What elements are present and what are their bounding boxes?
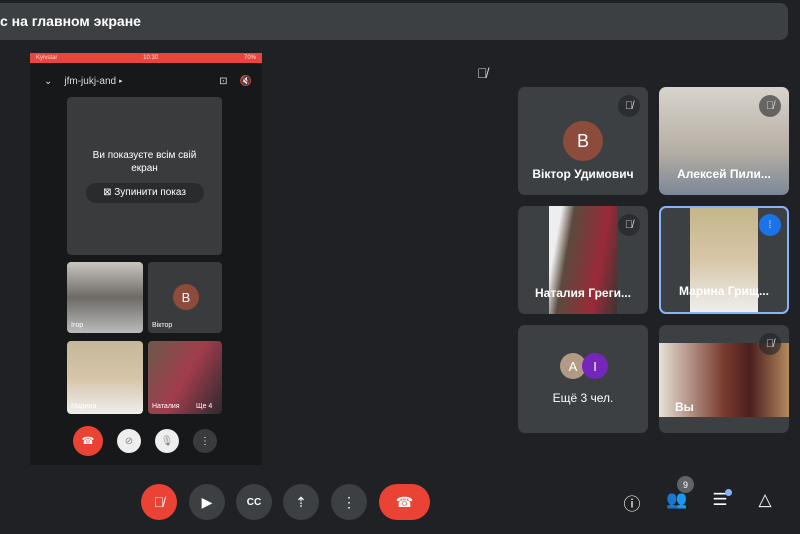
avatar: B [173, 284, 199, 310]
present-screen-button[interactable]: ⇡ [283, 484, 319, 520]
participant-thumb: B Віктор [148, 262, 222, 333]
self-tile[interactable]: 🎙̸ Вы [659, 325, 789, 433]
chevron-down-icon[interactable]: ⌄ [44, 76, 52, 87]
presenting-card: Ви показуєте всім свій екран ⊠ Зупинити … [67, 97, 222, 255]
meeting-code[interactable]: jfm-jukj-and [64, 76, 116, 87]
close-box-icon: ⊠ [103, 187, 115, 198]
info-icon[interactable]: ⓘ [620, 490, 644, 515]
phone-more-button[interactable]: ⋮ [193, 429, 217, 453]
participant-tile-active-speaker[interactable]: ⁞ Марина Грищ... [659, 206, 789, 314]
more-options-button[interactable]: ⋮ [331, 484, 367, 520]
mic-off-icon: 🎙̸ [759, 95, 781, 117]
phone-header: ⌄ jfm-jukj-and ▸ ⊡ 🔇 [44, 75, 252, 87]
presenting-banner: с на главном экране [0, 3, 788, 40]
people-count-badge: 9 [677, 476, 694, 493]
phone-hangup-button[interactable]: ☎ [73, 426, 103, 456]
banner-text: с на главном экране [0, 13, 141, 29]
mic-off-icon: 🎙̸ [618, 95, 640, 117]
participant-thumb: Наталия Ще 4 [148, 341, 222, 414]
participant-tile[interactable]: 🎙̸ B Віктор Удимович [518, 87, 648, 195]
leave-call-button[interactable]: ☎ [379, 484, 430, 520]
more-participants-tile[interactable]: A I Ещё 3 чел. [518, 325, 648, 433]
stop-presenting-button[interactable]: ⊠ Зупинити показ [85, 183, 204, 203]
clock: 10:30 [143, 55, 159, 61]
chat-unread-dot [725, 489, 732, 496]
camera-toggle-button[interactable]: ▶ [189, 484, 225, 520]
participant-tile[interactable]: 🎙̸ Алексей Пили... [659, 87, 789, 195]
camera-switch-icon[interactable]: ⊡ [219, 76, 227, 87]
mic-off-icon: 🎙̸ [477, 65, 488, 81]
phone-status-bar: Kyivstar 10:30 70% [30, 53, 262, 63]
mic-toggle-button[interactable]: 🎙̸ [141, 484, 177, 520]
mic-off-icon: 🎙̸ [618, 214, 640, 236]
mic-off-icon: 🎙̸ [759, 333, 781, 355]
people-icon[interactable]: 👥 [665, 490, 689, 510]
activities-icon[interactable]: △ [753, 490, 777, 510]
carrier: Kyivstar [36, 55, 58, 61]
phone-camera-off-button[interactable]: ⊘ [117, 429, 141, 453]
speaking-indicator-icon: ⁞ [759, 214, 781, 236]
participant-tile[interactable]: 🎙̸ Наталия Греги... [518, 206, 648, 314]
speaker-off-icon[interactable]: 🔇 [240, 76, 252, 87]
captions-button[interactable]: CC [236, 484, 272, 520]
participant-thumb: Ігор [67, 262, 143, 333]
participant-thumb: Марина [67, 341, 143, 414]
avatar: I [582, 353, 608, 379]
phone-mic-off-button[interactable]: 🎙 [155, 429, 179, 453]
avatar: B [563, 121, 603, 161]
battery: 70% [243, 55, 256, 61]
presenting-message: Ви показуєте всім свій екран [92, 150, 197, 174]
shared-phone-screen: Kyivstar 10:30 70% ⌄ jfm-jukj-and ▸ ⊡ 🔇 В… [30, 53, 262, 465]
